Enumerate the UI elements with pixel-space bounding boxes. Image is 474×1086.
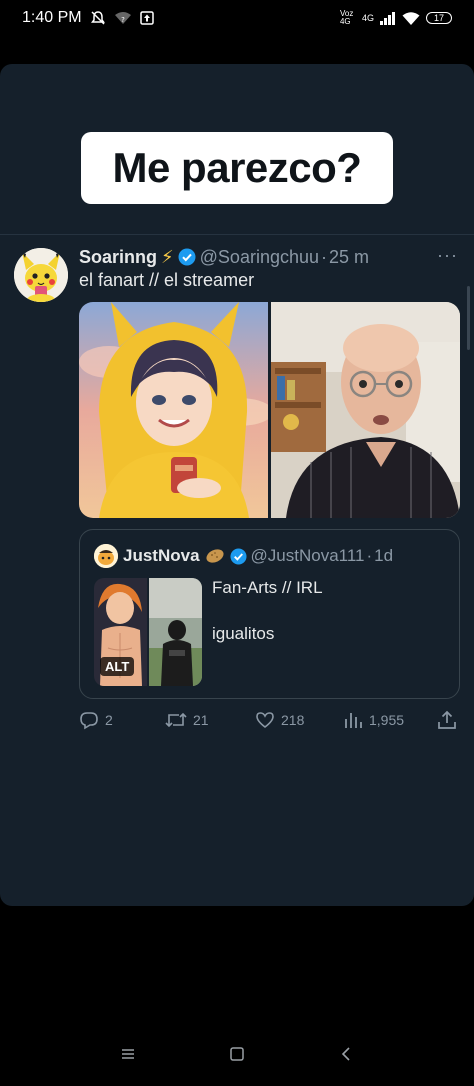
like-count: 218: [281, 712, 305, 728]
quote-tweet[interactable]: JustNova @JustNova111 · 1d ALT Fan-Arts …: [79, 529, 460, 699]
tweet-text: el fanart // el streamer: [79, 270, 255, 290]
separator: ·: [321, 246, 328, 267]
wifi-question-icon: ?: [114, 11, 132, 25]
quote-avatar[interactable]: [94, 544, 118, 568]
retweet-count: 21: [193, 712, 209, 728]
handle[interactable]: @Soaringchuu: [200, 247, 319, 268]
fanart-image[interactable]: [79, 302, 268, 518]
quote-media-grid: ALT: [94, 578, 202, 686]
retweet-icon: [165, 710, 187, 730]
retweet-button[interactable]: 21: [165, 710, 209, 730]
recent-apps-button[interactable]: [113, 1041, 143, 1071]
system-nav-bar: [0, 1036, 474, 1076]
reply-count: 2: [105, 712, 113, 728]
more-options-icon[interactable]: ···: [437, 245, 458, 266]
like-button[interactable]: 218: [255, 710, 304, 730]
quote-irl-photo[interactable]: [149, 578, 202, 686]
battery-level: 17: [433, 12, 444, 23]
quote-separator: ·: [366, 546, 373, 565]
upload-icon: [139, 11, 154, 25]
share-button[interactable]: [437, 710, 457, 730]
reply-icon: [79, 710, 99, 730]
network-label: Voz 4G: [339, 9, 354, 26]
quote-header: JustNova @JustNova111 · 1d: [94, 544, 393, 568]
status-bar: 1:40 PM ? Voz 4G 4G 17: [0, 0, 474, 36]
square-icon: [229, 1046, 245, 1067]
quote-fanart-image[interactable]: ALT: [94, 578, 147, 686]
wifi-icon: [402, 11, 420, 25]
network-gen: 4G: [361, 13, 374, 23]
share-icon: [437, 710, 457, 730]
caption-text: Me parezco?: [112, 144, 362, 191]
home-button[interactable]: [222, 1041, 252, 1071]
reply-button[interactable]: 2: [79, 710, 113, 730]
views-button[interactable]: 1,955: [343, 710, 404, 730]
caption-box: Me parezco?: [81, 132, 393, 204]
signal-icon: [380, 11, 396, 25]
quote-timestamp[interactable]: 1d: [374, 546, 393, 566]
avatar[interactable]: [14, 248, 68, 302]
quote-text-line2: igualitos: [212, 624, 275, 643]
tweet-card: Me parezco? Soarinng ⚡ @Soaringchuu · 25…: [0, 64, 474, 906]
scrollbar-thumb[interactable]: [467, 286, 470, 350]
menu-icon: [120, 1047, 136, 1066]
heart-icon: [255, 710, 275, 730]
battery-icon: 17: [426, 12, 452, 24]
views-count: 1,955: [369, 712, 405, 728]
bolt-emoji: ⚡: [161, 246, 174, 267]
alt-badge[interactable]: ALT: [100, 657, 135, 676]
potato-emoji-icon: [205, 547, 225, 565]
svg-text:?: ?: [121, 16, 125, 24]
quote-verified-badge-icon: [230, 547, 247, 565]
back-button[interactable]: [331, 1041, 361, 1071]
action-bar: 2 21 218 1,955: [79, 708, 464, 732]
media-grid: [79, 302, 460, 518]
chevron-left-icon: [340, 1046, 352, 1067]
divider: [0, 234, 474, 235]
tweet-header: Soarinng ⚡ @Soaringchuu · 25 m: [79, 245, 469, 269]
quote-handle[interactable]: @JustNova111: [251, 546, 365, 566]
streamer-photo[interactable]: [271, 302, 460, 518]
verified-badge-icon: [178, 248, 196, 266]
views-icon: [343, 710, 363, 730]
display-name[interactable]: Soarinng: [79, 247, 157, 268]
timestamp[interactable]: 25 m: [329, 247, 369, 268]
quote-text-line1: Fan-Arts // IRL: [212, 578, 323, 597]
quote-display-name[interactable]: JustNova: [123, 546, 200, 566]
mute-bell-icon: [90, 10, 106, 26]
status-time: 1:40 PM: [22, 9, 82, 26]
